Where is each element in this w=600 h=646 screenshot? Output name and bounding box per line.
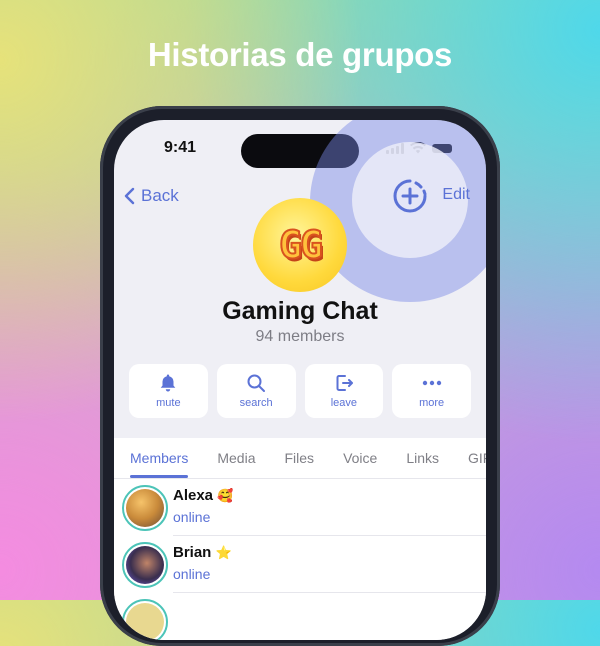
member-status: online [173, 566, 211, 582]
headline: Historias de grupos [147, 36, 453, 73]
search-button[interactable]: search [216, 364, 296, 418]
more-icon [422, 380, 441, 386]
mute-button[interactable]: mute [129, 364, 208, 418]
group-avatar[interactable]: GG [253, 198, 347, 292]
status-time: 9:41 [164, 139, 197, 156]
emoji-status-icon: ⭐ [215, 545, 232, 560]
member-row[interactable]: Alexa 🥰 online [114, 479, 486, 536]
member-avatar[interactable] [122, 485, 168, 531]
member-row[interactable]: Brian ⭐ online [114, 536, 486, 593]
more-label: more [419, 397, 445, 409]
leave-icon [336, 375, 353, 391]
tab-files[interactable]: Files [285, 438, 315, 478]
bell-icon [161, 374, 176, 392]
add-story-icon[interactable] [392, 178, 428, 214]
tab-members[interactable]: Members [130, 438, 189, 478]
tab-bar: Members Media Files Voice Links GIFs [114, 438, 486, 479]
more-button[interactable]: more [392, 364, 471, 418]
action-bar: mute search leave more [129, 364, 471, 418]
back-button[interactable]: Back [124, 186, 179, 206]
group-name: Gaming Chat [222, 297, 378, 325]
emoji-status-icon: 🥰 [217, 488, 234, 503]
member-row[interactable] [114, 593, 486, 640]
tab-links[interactable]: Links [406, 438, 439, 478]
tab-voice[interactable]: Voice [343, 438, 377, 478]
chevron-left-icon [124, 187, 135, 205]
leave-button[interactable]: leave [304, 364, 384, 418]
tab-media[interactable]: Media [217, 438, 255, 478]
member-status: online [173, 509, 211, 525]
phone-frame: 9:41 Back Edit GG Gaming Chat 94 members [100, 106, 500, 646]
member-name: Brian ⭐ [173, 544, 232, 561]
member-count: 94 members [255, 328, 345, 345]
member-name: Alexa 🥰 [173, 487, 234, 504]
leave-label: leave [330, 397, 358, 409]
mute-label: mute [156, 397, 181, 409]
search-label: search [239, 397, 273, 409]
phone-screen: 9:41 Back Edit GG Gaming Chat 94 members [114, 120, 486, 640]
shared-media-panel: Members Media Files Voice Links GIFs Ale… [114, 438, 486, 640]
member-avatar[interactable] [122, 542, 168, 588]
member-avatar[interactable] [122, 599, 168, 640]
back-label: Back [141, 186, 179, 205]
group-avatar-text: GG [278, 222, 324, 268]
tab-gifs[interactable]: GIFs [468, 438, 486, 478]
search-icon [247, 374, 266, 392]
edit-button[interactable]: Edit [442, 186, 470, 204]
